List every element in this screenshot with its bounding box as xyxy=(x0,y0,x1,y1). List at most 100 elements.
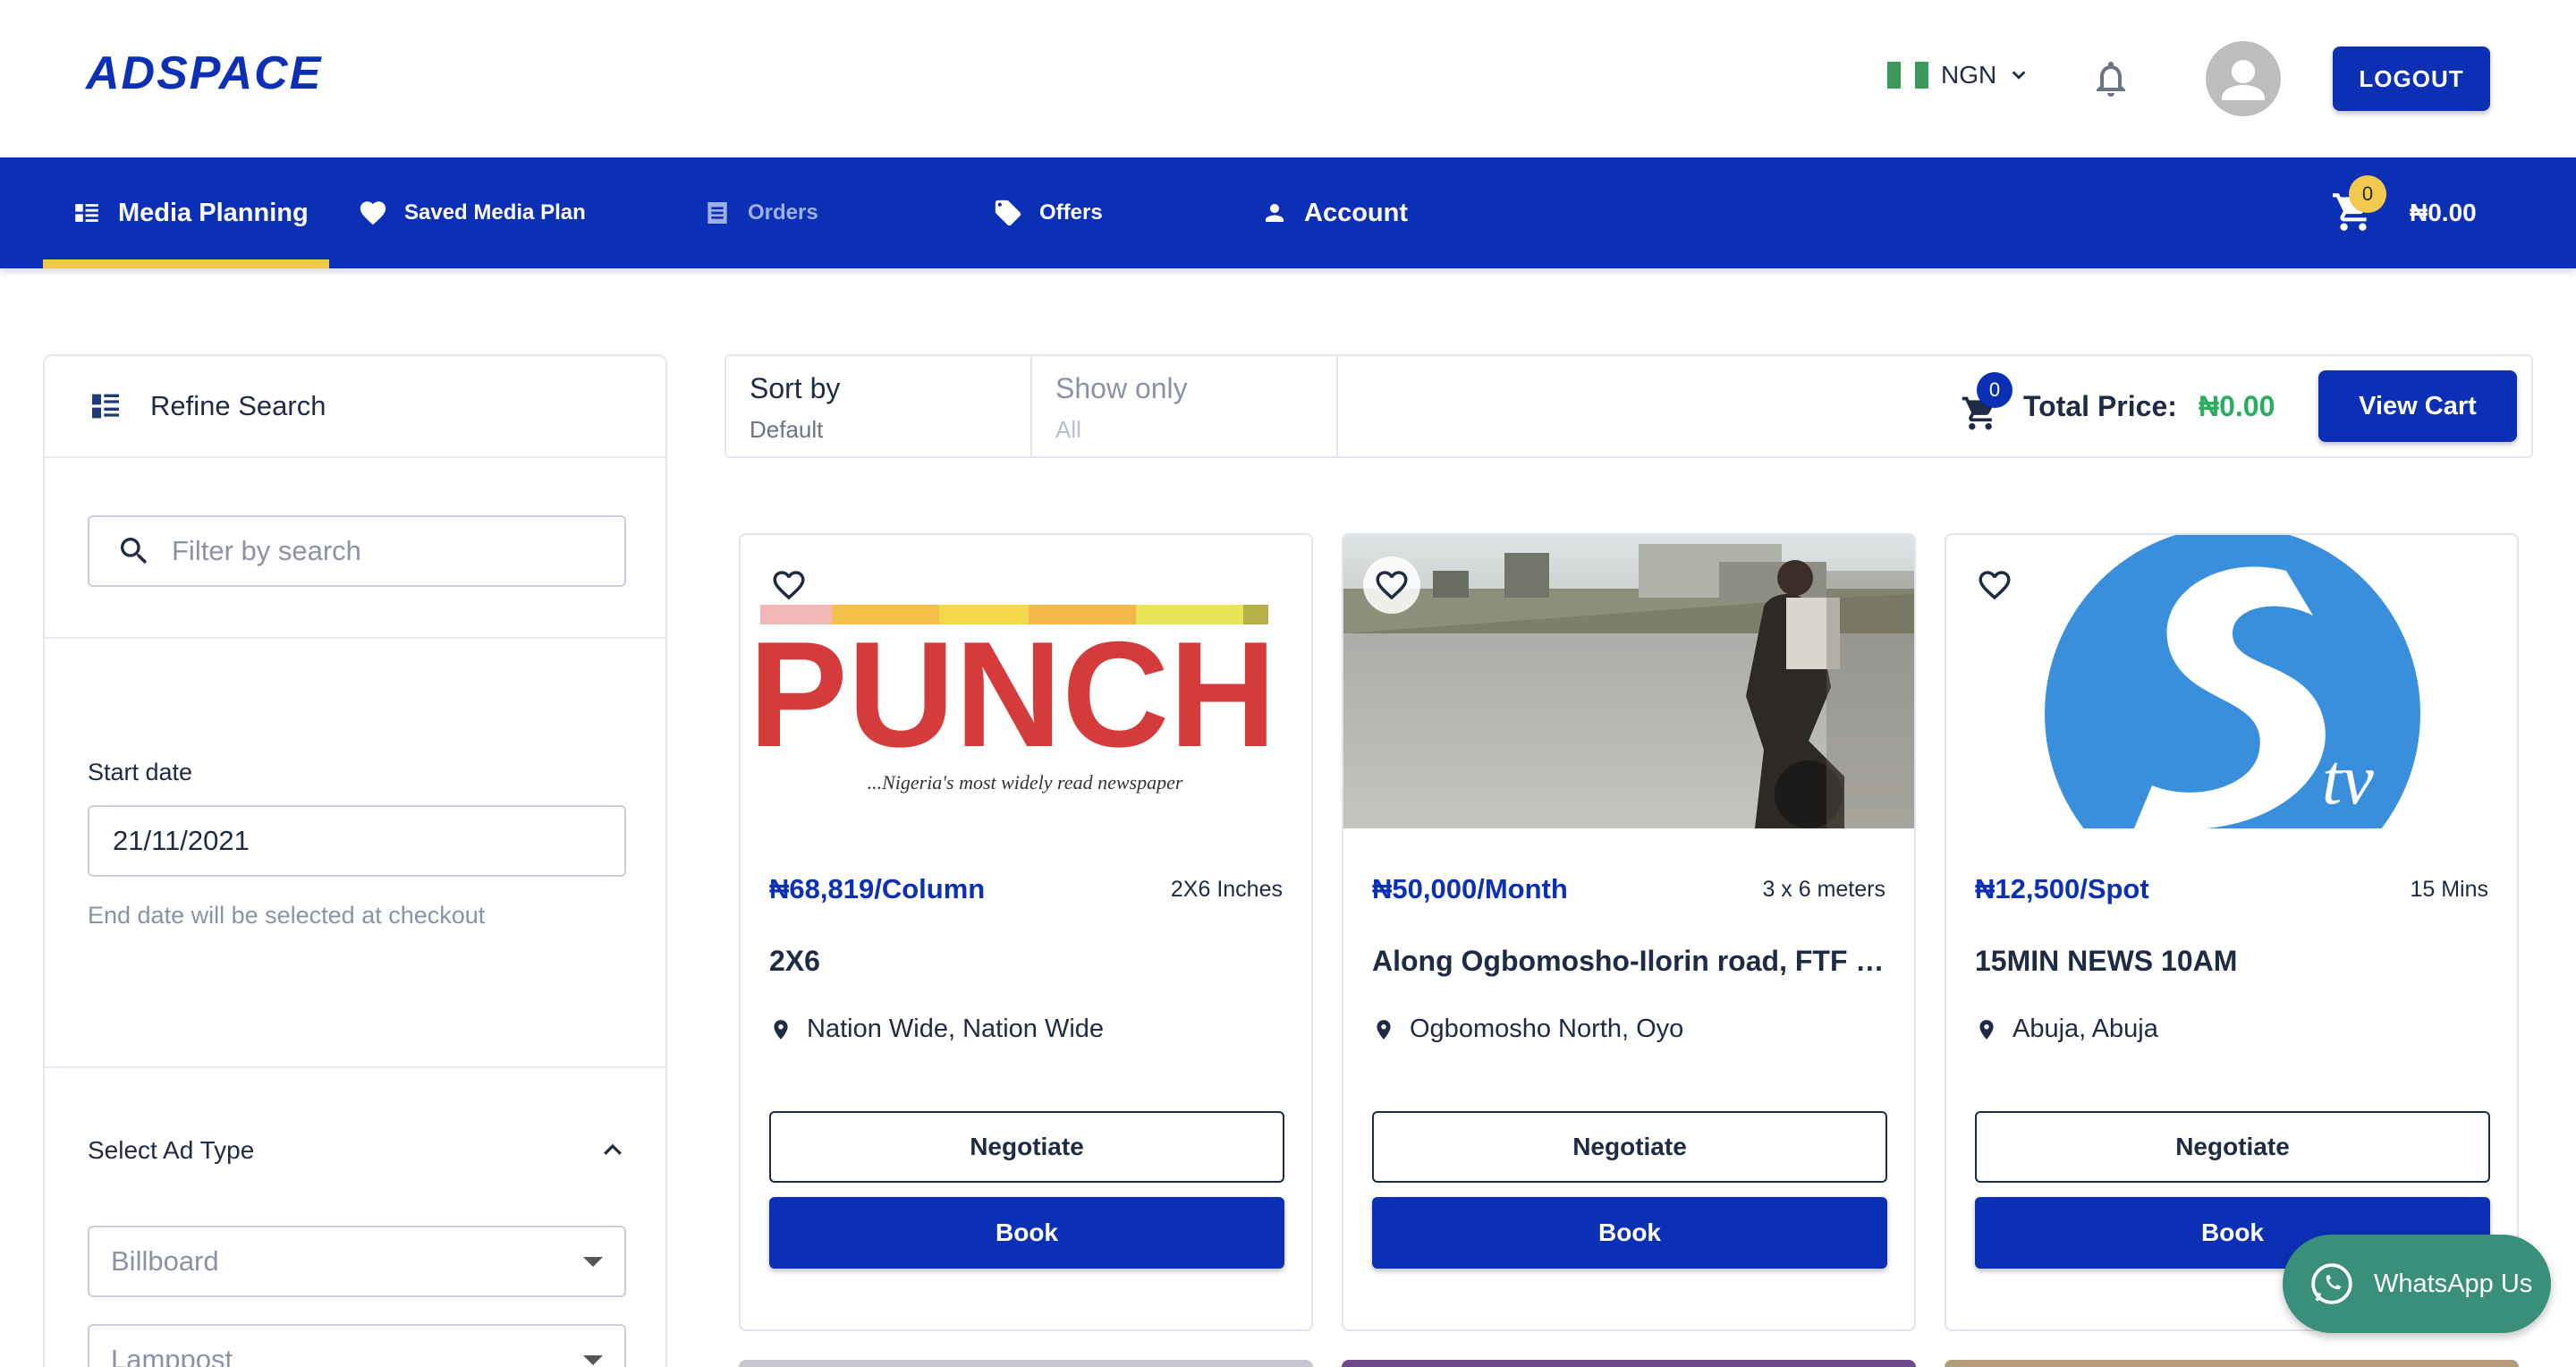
select-value: Lamppost xyxy=(111,1344,233,1367)
card-location: Abuja, Abuja xyxy=(1975,1015,2158,1044)
media-card: tv ₦12,500/Spot 15 Mins 15MIN NEWS 10AM … xyxy=(1945,533,2519,1331)
logout-button[interactable]: LOGOUT xyxy=(2333,47,2490,111)
chevron-up-icon xyxy=(604,1143,622,1155)
card-title[interactable]: Along Ogbomosho-Ilorin road, FTF Il… xyxy=(1372,945,1891,978)
chevron-down-icon xyxy=(2012,71,2026,80)
search-input[interactable]: Filter by search xyxy=(88,515,626,587)
book-button[interactable]: Book xyxy=(1372,1197,1887,1269)
card-title[interactable]: 15MIN NEWS 10AM xyxy=(1975,945,2494,978)
start-date-label: Start date xyxy=(88,759,193,785)
card-title[interactable]: 2X6 xyxy=(769,945,1288,978)
start-date-field[interactable]: 21/11/2021 xyxy=(88,805,626,877)
person-icon xyxy=(2222,60,2265,100)
card-location-text: Abuja, Abuja xyxy=(2012,1015,2158,1043)
active-tab-indicator xyxy=(43,259,329,268)
user-avatar[interactable] xyxy=(2206,41,2281,116)
receipt-icon xyxy=(708,202,727,224)
punch-wordmark: PUNCH xyxy=(749,610,1276,778)
ad-type-select-lamppost[interactable]: Lamppost xyxy=(88,1324,626,1367)
next-card-peek xyxy=(1945,1360,2519,1367)
dropdown-arrow-icon xyxy=(583,1256,603,1267)
nav-item-offers[interactable]: Offers xyxy=(993,157,1103,268)
card-size: 3 x 6 meters xyxy=(1762,877,1885,902)
nav-item-account[interactable]: Account xyxy=(1261,157,1408,268)
location-pin-icon xyxy=(1979,1019,1994,1040)
tv-logo-text: tv xyxy=(2322,741,2374,819)
card-location-text: Ogbomosho North, Oyo xyxy=(1410,1015,1684,1043)
card-location-text: Nation Wide, Nation Wide xyxy=(807,1015,1105,1043)
next-card-peek xyxy=(1342,1360,1916,1367)
card-size: 15 Mins xyxy=(2410,877,2488,902)
card-price: ₦12,500/Spot xyxy=(1975,873,2149,904)
nav-label: Orders xyxy=(748,200,818,225)
nav-label: Account xyxy=(1304,198,1408,227)
refine-search-title: Refine Search xyxy=(150,390,326,421)
total-price-label: Total Price: xyxy=(2023,390,2177,422)
whatsapp-button[interactable]: WhatsApp Us xyxy=(2283,1235,2551,1333)
heart-icon xyxy=(360,201,386,225)
view-cart-button[interactable]: View Cart xyxy=(2318,370,2517,442)
select-value: Billboard xyxy=(111,1245,219,1277)
total-price-value: ₦0.00 xyxy=(2199,390,2275,422)
search-icon xyxy=(121,538,148,565)
divider xyxy=(45,456,665,458)
sort-by-label: Sort by xyxy=(750,372,841,404)
refine-search-header: Refine Search xyxy=(88,388,326,424)
card-size: 2X6 Inches xyxy=(1170,877,1283,902)
negotiate-button[interactable]: Negotiate xyxy=(1975,1111,2490,1183)
nav-label: Media Planning xyxy=(118,198,309,227)
top-header: ADSPACE NGN LOGOUT xyxy=(0,0,2576,157)
results-toolbar: Sort by Default Show only All 0 Total Pr… xyxy=(724,354,2533,458)
heart-outline-icon xyxy=(1376,571,1408,600)
nav-item-media-planning[interactable]: Media Planning xyxy=(72,157,309,268)
nav-item-orders[interactable]: Orders xyxy=(703,157,818,268)
tag-icon xyxy=(995,200,1021,226)
nav-cart-total[interactable]: ₦0.00 xyxy=(2410,157,2477,268)
location-pin-icon xyxy=(774,1019,788,1040)
media-card: ₦50,000/Month 3 x 6 meters Along Ogbomos… xyxy=(1342,533,1916,1331)
favorite-button[interactable] xyxy=(1363,556,1420,614)
ad-type-toggle[interactable]: Select Ad Type xyxy=(88,1136,626,1165)
toolbar-cart-count-badge: 0 xyxy=(1977,372,2012,408)
road-photo-image[interactable] xyxy=(1343,535,1914,828)
main-nav: Media Planning Saved Media Plan Orders O… xyxy=(0,157,2576,268)
adspace-logo[interactable]: ADSPACE xyxy=(86,47,322,100)
next-card-peek xyxy=(739,1360,1313,1367)
punch-logo: PUNCH ...Nigeria's most widely read news… xyxy=(749,605,1276,794)
show-only-value: All xyxy=(1055,416,1081,443)
nigeria-flag-icon xyxy=(1887,62,1928,89)
whatsapp-label: WhatsApp Us xyxy=(2374,1269,2533,1298)
end-date-hint: End date will be selected at checkout xyxy=(88,902,486,929)
notification-bell-icon[interactable] xyxy=(2089,57,2132,100)
punch-logo-image[interactable]: PUNCH ...Nigeria's most widely read news… xyxy=(741,535,1311,828)
nav-item-saved-media-plan[interactable]: Saved Media Plan xyxy=(358,157,586,268)
list-icon xyxy=(75,204,98,222)
negotiate-button[interactable]: Negotiate xyxy=(1372,1111,1887,1183)
heart-outline-icon xyxy=(773,571,805,600)
ad-type-select-billboard[interactable]: Billboard xyxy=(88,1226,626,1297)
person-icon xyxy=(1266,204,1284,222)
nav-label: Offers xyxy=(1039,200,1103,225)
cart-count-badge: 0 xyxy=(2349,175,2386,213)
divider xyxy=(45,637,665,639)
tv-logo-image[interactable]: tv xyxy=(1946,535,2517,828)
whatsapp-icon xyxy=(2311,1263,2352,1304)
show-only-label: Show only xyxy=(1055,372,1188,404)
divider xyxy=(1336,356,1338,456)
book-button[interactable]: Book xyxy=(769,1197,1284,1269)
divider xyxy=(45,1066,665,1068)
currency-selector[interactable]: NGN xyxy=(1887,61,2029,89)
refine-search-panel: Refine Search Filter by search Start dat… xyxy=(43,354,667,1367)
list-icon xyxy=(92,394,119,419)
card-price: ₦68,819/Column xyxy=(769,873,986,904)
show-only-dropdown[interactable]: Show only All xyxy=(1032,356,1336,456)
favorite-button[interactable] xyxy=(760,556,818,614)
sort-by-dropdown[interactable]: Sort by Default xyxy=(726,356,1030,456)
favorite-button[interactable] xyxy=(1966,556,2023,614)
card-price: ₦50,000/Month xyxy=(1372,873,1568,904)
nav-label: Saved Media Plan xyxy=(404,200,586,225)
media-card: PUNCH ...Nigeria's most widely read news… xyxy=(739,533,1313,1331)
tv-station-logo: tv xyxy=(2045,535,2420,828)
search-placeholder: Filter by search xyxy=(172,535,361,566)
negotiate-button[interactable]: Negotiate xyxy=(769,1111,1284,1183)
